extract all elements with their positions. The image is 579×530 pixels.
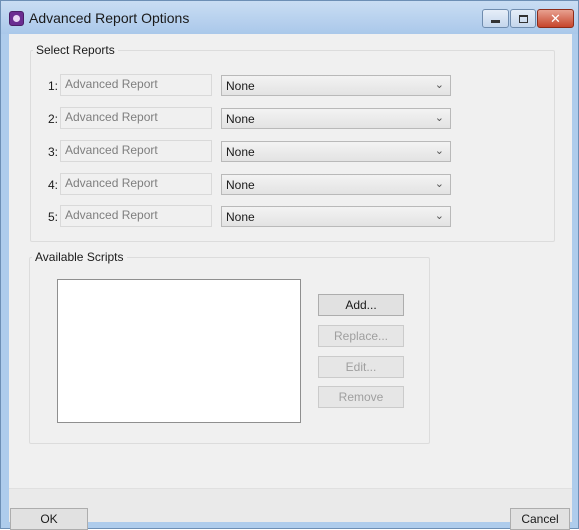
report-name-field: Advanced Report xyxy=(60,140,212,162)
minimize-button[interactable] xyxy=(482,9,509,28)
report-select-value: None xyxy=(226,112,255,126)
replace-button[interactable]: Replace... xyxy=(318,325,404,347)
row-number: 1: xyxy=(47,79,58,93)
close-button[interactable]: ✕ xyxy=(537,9,574,28)
report-select-value: None xyxy=(226,178,255,192)
report-select[interactable]: None ⌄ xyxy=(221,108,451,129)
row-number: 4: xyxy=(47,178,58,192)
report-name-field: Advanced Report xyxy=(60,205,212,227)
cancel-button[interactable]: Cancel xyxy=(510,508,570,530)
window-title: Advanced Report Options xyxy=(29,10,190,26)
chevron-down-icon: ⌄ xyxy=(434,145,444,157)
close-icon: ✕ xyxy=(550,10,561,26)
dialog-footer: OK Cancel xyxy=(9,488,572,530)
report-select-value: None xyxy=(226,210,255,224)
report-select[interactable]: None ⌄ xyxy=(221,174,451,195)
chevron-down-icon: ⌄ xyxy=(434,112,444,124)
app-icon xyxy=(9,11,24,26)
dialog-window: Advanced Report Options ✕ Select Reports… xyxy=(0,0,579,530)
report-select[interactable]: None ⌄ xyxy=(221,141,451,162)
select-reports-legend: Select Reports xyxy=(36,43,115,57)
report-name-field: Advanced Report xyxy=(60,74,212,96)
title-bar[interactable]: Advanced Report Options ✕ xyxy=(1,1,578,34)
remove-button[interactable]: Remove xyxy=(318,386,404,408)
dialog-body: Select Reports 1: Advanced Report None ⌄… xyxy=(9,34,572,530)
row-number: 5: xyxy=(47,210,58,224)
report-select[interactable]: None ⌄ xyxy=(221,75,451,96)
scripts-list[interactable] xyxy=(57,279,301,423)
row-number: 2: xyxy=(47,112,58,126)
maximize-button[interactable] xyxy=(510,9,536,28)
chevron-down-icon: ⌄ xyxy=(434,178,444,190)
add-button[interactable]: Add... xyxy=(318,294,404,316)
maximize-icon xyxy=(518,14,528,23)
row-number: 3: xyxy=(47,145,58,159)
report-name-field: Advanced Report xyxy=(60,107,212,129)
report-select[interactable]: None ⌄ xyxy=(221,206,451,227)
minimize-icon xyxy=(491,20,500,23)
report-select-value: None xyxy=(226,145,255,159)
ok-button[interactable]: OK xyxy=(10,508,88,530)
edit-button[interactable]: Edit... xyxy=(318,356,404,378)
report-name-field: Advanced Report xyxy=(60,173,212,195)
chevron-down-icon: ⌄ xyxy=(434,79,444,91)
report-select-value: None xyxy=(226,79,255,93)
chevron-down-icon: ⌄ xyxy=(434,210,444,222)
available-scripts-legend: Available Scripts xyxy=(35,250,124,264)
